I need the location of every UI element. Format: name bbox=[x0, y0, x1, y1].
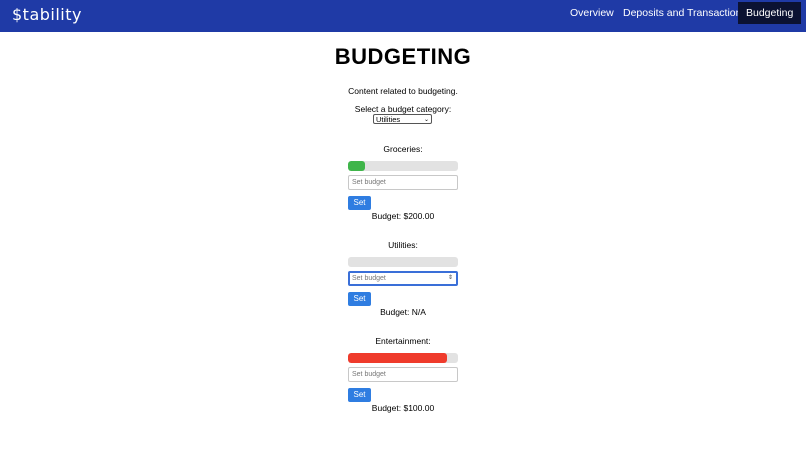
category-select[interactable]: Utilities ⌄ bbox=[373, 114, 432, 124]
nav-item-budgeting[interactable]: Budgeting bbox=[738, 2, 802, 24]
spinner-icon[interactable]: ⇕ bbox=[448, 273, 453, 284]
budget-value-groceries: Budget: $200.00 bbox=[371, 211, 435, 221]
set-button-entertainment[interactable]: Set bbox=[348, 388, 371, 402]
budget-input-placeholder: Set budget bbox=[352, 275, 386, 282]
progress-bar-groceries bbox=[348, 161, 458, 171]
app-logo[interactable]: $tability bbox=[12, 5, 82, 24]
category-select-value: Utilities bbox=[376, 115, 401, 124]
budget-value-utilities: Budget: N/A bbox=[380, 307, 426, 317]
progress-fill-entertainment bbox=[348, 353, 447, 363]
progress-fill-groceries bbox=[348, 161, 365, 171]
budget-input-entertainment[interactable]: Set budget bbox=[348, 367, 458, 382]
budget-input-placeholder: Set budget bbox=[352, 179, 386, 186]
nav-item-deposits[interactable]: Deposits and Transactions bbox=[623, 7, 747, 19]
budget-value-entertainment: Budget: $100.00 bbox=[371, 403, 435, 413]
progress-bar-utilities bbox=[348, 257, 458, 267]
navbar: $tability Overview Deposits and Transact… bbox=[0, 0, 806, 32]
set-button-utilities[interactable]: Set bbox=[348, 292, 371, 306]
category-label-groceries: Groceries: bbox=[383, 144, 423, 154]
category-select-label: Select a budget category: bbox=[354, 104, 452, 114]
page-description: Content related to budgeting. bbox=[348, 86, 458, 96]
category-label-entertainment: Entertainment: bbox=[375, 336, 431, 346]
chevron-down-icon: ⌄ bbox=[423, 117, 429, 123]
category-label-utilities: Utilities: bbox=[388, 240, 418, 250]
budget-input-placeholder: Set budget bbox=[352, 371, 386, 378]
set-button-groceries[interactable]: Set bbox=[348, 196, 371, 210]
nav-item-overview[interactable]: Overview bbox=[570, 7, 614, 19]
budget-input-groceries[interactable]: Set budget bbox=[348, 175, 458, 190]
page-title: BUDGETING bbox=[334, 44, 472, 69]
progress-bar-entertainment bbox=[348, 353, 458, 363]
budget-input-utilities[interactable]: Set budget ⇕ bbox=[348, 271, 458, 286]
